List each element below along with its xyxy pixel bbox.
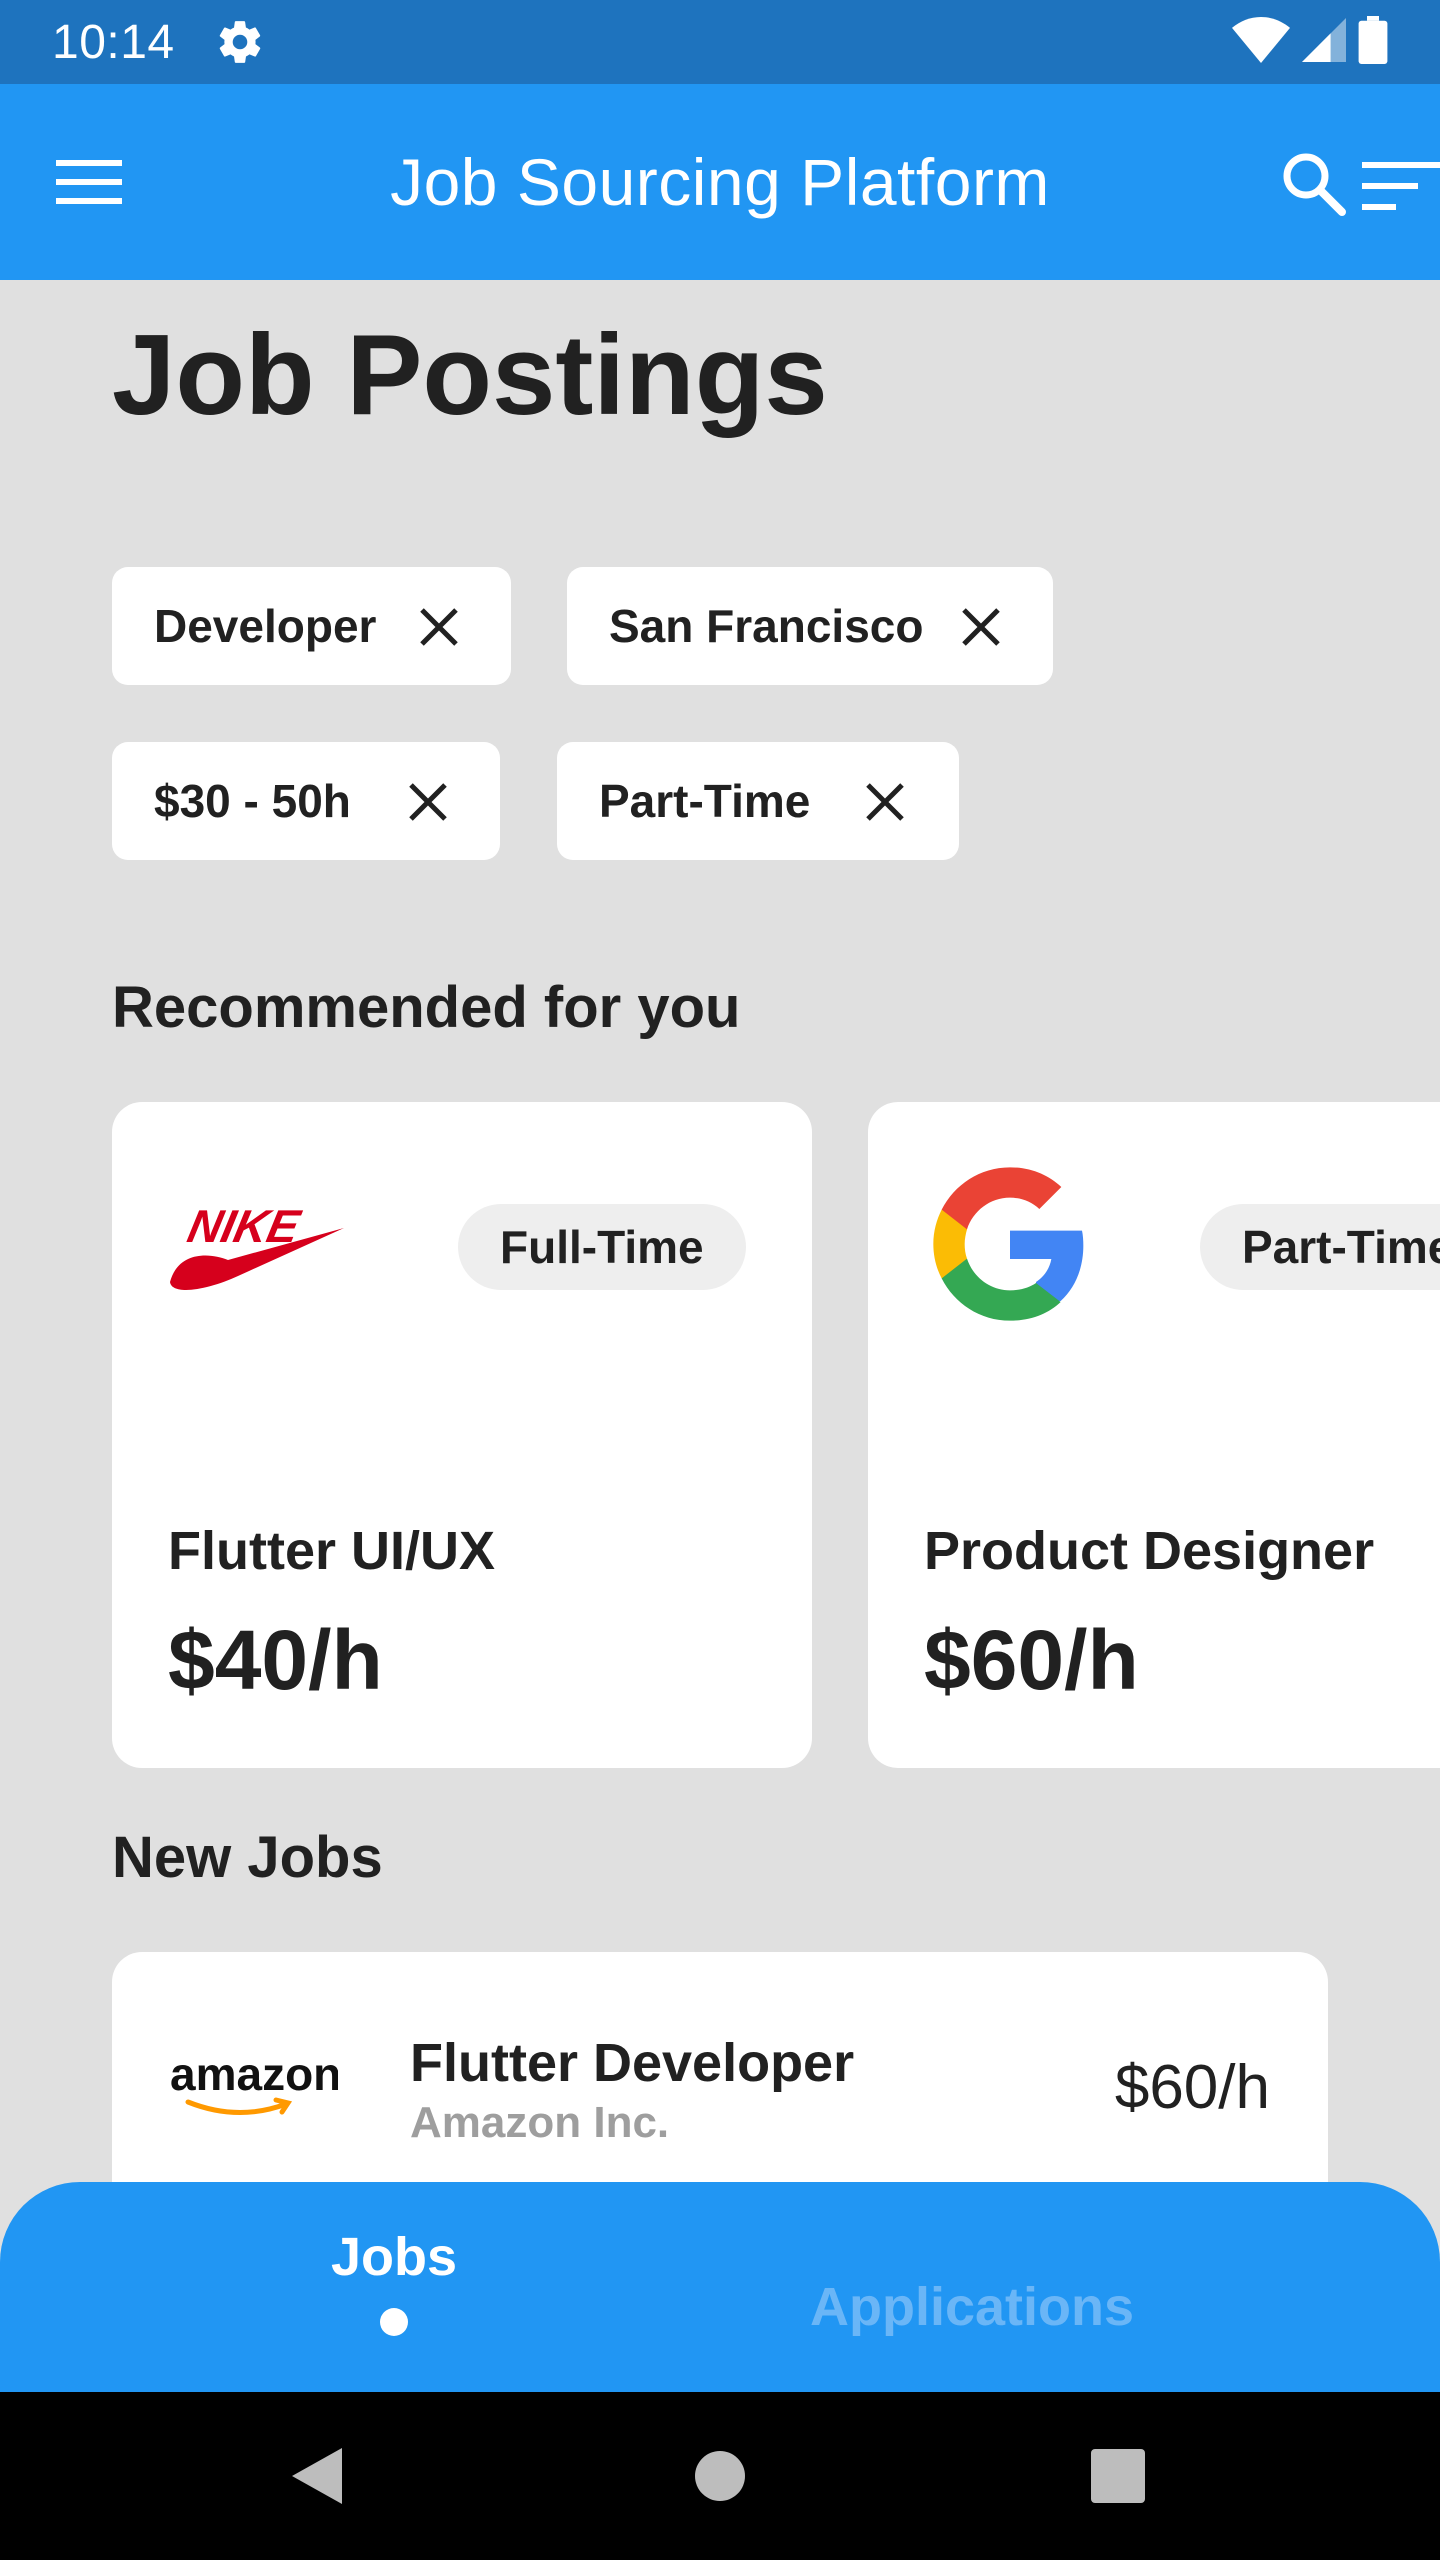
page-title: Job Postings: [112, 312, 828, 439]
close-icon[interactable]: [960, 605, 1002, 647]
back-icon[interactable]: [278, 2436, 358, 2516]
close-icon[interactable]: [864, 780, 906, 822]
gear-icon: [215, 17, 265, 67]
nike-logo: NIKE: [168, 1200, 344, 1299]
filter-chip-label: Developer: [154, 600, 377, 652]
amazon-logo: amazon: [168, 2048, 341, 2122]
wifi-icon: [1232, 16, 1290, 68]
recommended-job-card[interactable]: NIKE Full-Time Flutter UI/UX $40/h: [112, 1102, 812, 1768]
job-title: Flutter UI/UX: [168, 1521, 496, 1581]
tab-applications[interactable]: Applications: [748, 2202, 1152, 2412]
tab-jobs-label: Jobs: [330, 2227, 458, 2287]
job-type-badge: Part-Time: [1200, 1204, 1440, 1290]
search-icon[interactable]: [1278, 148, 1350, 220]
recommended-job-card[interactable]: Part-Time Product Designer $60/h: [868, 1102, 1440, 1768]
filter-chip-san-francisco[interactable]: San Francisco: [567, 567, 1053, 685]
filter-chip-pay-range[interactable]: $30 - 50h: [112, 742, 500, 860]
filter-icon[interactable]: [1362, 158, 1440, 214]
status-time: 10:14: [52, 15, 175, 69]
job-rate: $60/h: [924, 1613, 1139, 1707]
active-indicator: [380, 2308, 408, 2336]
tab-applications-label: Applications: [809, 2277, 1135, 2337]
amazon-logo-text: amazon: [170, 2052, 338, 2100]
job-title: Product Designer: [924, 1521, 1375, 1581]
signal-icon: [1302, 17, 1346, 68]
filter-chip-label: San Francisco: [609, 600, 924, 652]
job-rate: $40/h: [168, 1613, 383, 1707]
google-logo: [930, 1164, 1090, 1329]
new-job-card[interactable]: amazon Flutter Developer Amazon Inc. $60…: [112, 1952, 1328, 2212]
job-title: Flutter Developer: [410, 2033, 855, 2093]
filter-chip-label: $30 - 50h: [154, 775, 351, 827]
tab-jobs[interactable]: Jobs: [192, 2182, 596, 2392]
job-rate: $60/h: [1114, 2053, 1270, 2122]
filter-chip-developer[interactable]: Developer: [112, 567, 511, 685]
battery-icon: [1358, 15, 1388, 69]
system-navigation-bar: [0, 2392, 1440, 2560]
company-name: Amazon Inc.: [410, 2098, 670, 2147]
bottom-navigation: Jobs Applications: [0, 2182, 1440, 2392]
new-jobs-heading: New Jobs: [112, 1825, 383, 1890]
recents-icon[interactable]: [1078, 2436, 1158, 2516]
close-icon[interactable]: [418, 605, 460, 647]
recommended-heading: Recommended for you: [112, 975, 741, 1040]
app-title: Job Sourcing Platform: [390, 145, 1050, 219]
app-bar: Job Sourcing Platform: [0, 84, 1440, 280]
filter-chip-label: Part-Time: [599, 775, 811, 827]
job-type-badge: Full-Time: [458, 1204, 746, 1290]
filter-chip-part-time[interactable]: Part-Time: [557, 742, 959, 860]
status-icons: [1232, 15, 1388, 69]
status-bar: 10:14: [0, 0, 1440, 84]
close-icon[interactable]: [407, 780, 449, 822]
home-icon[interactable]: [680, 2436, 760, 2516]
